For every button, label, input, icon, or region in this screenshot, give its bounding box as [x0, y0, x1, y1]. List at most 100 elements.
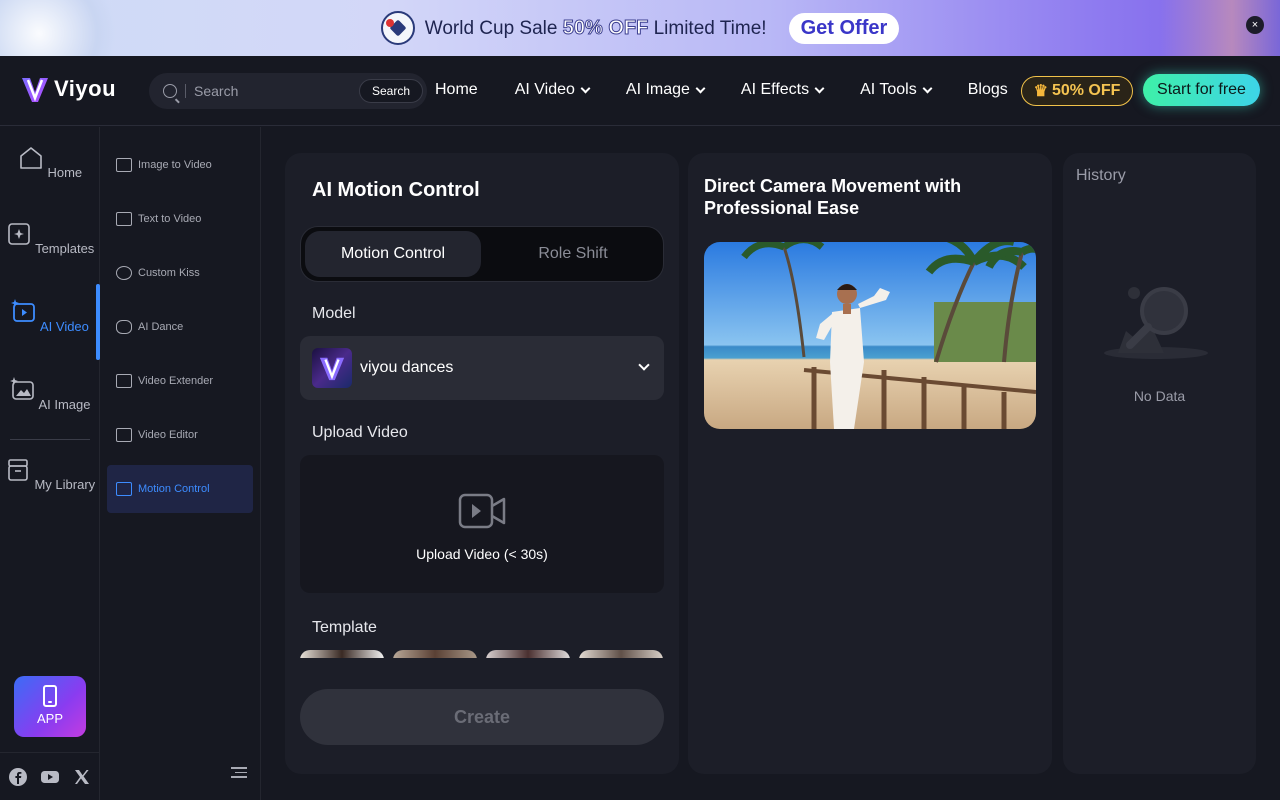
- app-download-button[interactable]: APP: [14, 676, 86, 737]
- crown-icon: ♛: [1033, 83, 1048, 100]
- submenu-motion-control[interactable]: Motion Control: [107, 465, 253, 513]
- submenu-label: Video Extender: [138, 375, 214, 387]
- tab-motion-control[interactable]: Motion Control: [305, 231, 481, 277]
- template-thumbnail[interactable]: [486, 650, 570, 658]
- collapse-menu-icon[interactable]: [231, 767, 247, 779]
- template-strip: [300, 650, 664, 658]
- submenu-label: Image to Video: [138, 159, 212, 171]
- youtube-icon[interactable]: [40, 767, 60, 787]
- motion-control-icon: [116, 482, 132, 496]
- promo-highlight: 50% OFF: [562, 16, 649, 39]
- chevron-down-icon: [638, 359, 650, 371]
- preview-video[interactable]: [704, 242, 1036, 429]
- promo-text: World Cup Sale 50% OFF Limited Time!: [425, 16, 767, 40]
- history-panel: History No Data: [1063, 153, 1256, 774]
- rail-item-label: Home: [47, 165, 83, 180]
- brand-name: Viyou: [54, 76, 117, 101]
- promo-decoration-left: [0, 0, 130, 56]
- video-camera-icon: [458, 493, 506, 529]
- rail-item-home[interactable]: Home: [0, 145, 100, 180]
- rail-item-templates[interactable]: Templates: [0, 221, 100, 256]
- template-thumbnail[interactable]: [579, 650, 663, 658]
- submenu-image-to-video[interactable]: Image to Video: [107, 141, 253, 189]
- facebook-icon[interactable]: [8, 767, 28, 787]
- top-header: Viyou Search Home AI Video AI Image AI E…: [0, 56, 1280, 126]
- search-button[interactable]: Search: [358, 79, 423, 103]
- chevron-down-icon: [695, 83, 706, 93]
- image-icon: [9, 377, 34, 400]
- nav-ai-effects[interactable]: AI Effects: [740, 81, 825, 99]
- start-for-free-button[interactable]: Start for free: [1143, 74, 1260, 106]
- viyou-logo-icon: [319, 357, 345, 381]
- video-extender-icon: [116, 374, 132, 388]
- submenu-custom-kiss[interactable]: Custom Kiss: [107, 249, 253, 297]
- template-thumbnail[interactable]: [300, 650, 384, 658]
- kiss-icon: [116, 266, 132, 280]
- model-select[interactable]: viyou dances: [300, 336, 664, 400]
- collapse-line: [235, 771, 247, 773]
- submenu-label: Text to Video: [138, 213, 202, 225]
- nav-ai-image[interactable]: AI Image: [625, 81, 706, 99]
- rail-item-label: AI Image: [38, 397, 91, 412]
- video-icon: [11, 299, 35, 322]
- beach-dancer-image: [704, 242, 1036, 429]
- rail-bottom-divider: [0, 752, 100, 753]
- rail-divider: [10, 439, 90, 440]
- nav-label: AI Tools: [860, 81, 917, 98]
- nav-ai-tools[interactable]: AI Tools: [860, 81, 933, 99]
- search-separator: [185, 84, 186, 98]
- submenu-text-to-video[interactable]: Text to Video: [107, 195, 253, 243]
- nav-blogs[interactable]: Blogs: [968, 81, 1008, 99]
- rail-item-my-library[interactable]: My Library: [0, 457, 100, 492]
- nav-label: Blogs: [967, 81, 1008, 98]
- model-label: Model: [312, 305, 356, 322]
- panel-title: AI Motion Control: [312, 179, 480, 201]
- submenu-video-editor[interactable]: Video Editor: [107, 411, 253, 459]
- rail-item-label: My Library: [34, 477, 96, 492]
- discount-button[interactable]: ♛ 50% OFF: [1021, 76, 1133, 106]
- main-nav: Home AI Video AI Image AI Effects AI Too…: [435, 81, 1045, 99]
- close-banner-icon[interactable]: ×: [1246, 16, 1264, 34]
- search-input[interactable]: [194, 83, 354, 99]
- rail-item-ai-video[interactable]: AI Video: [0, 299, 100, 334]
- video-submenu: Image to Video Text to Video Custom Kiss…: [101, 127, 261, 800]
- upload-video-label: Upload Video: [312, 424, 408, 441]
- upload-video-dropzone[interactable]: Upload Video (< 30s): [300, 455, 664, 593]
- submenu-ai-dance[interactable]: AI Dance: [107, 303, 253, 351]
- nav-label: AI Effects: [740, 81, 810, 98]
- promo-text-after: Limited Time!: [653, 17, 767, 39]
- rail-item-ai-image[interactable]: AI Image: [0, 377, 100, 412]
- viyou-logo-icon: [20, 74, 50, 104]
- empty-search-icon: [1104, 287, 1208, 359]
- library-icon: [8, 459, 28, 481]
- submenu-label: AI Dance: [138, 321, 184, 333]
- template-label: Template: [312, 619, 377, 636]
- preview-panel: Direct Camera Movement with Professional…: [688, 153, 1052, 774]
- search-icon: [163, 84, 177, 98]
- collapse-line: [231, 776, 247, 778]
- brand-logo[interactable]: Viyou: [20, 74, 116, 104]
- submenu-label: Video Editor: [138, 429, 198, 441]
- dance-icon: [116, 320, 132, 334]
- text-to-video-icon: [116, 212, 132, 226]
- submenu-label: Custom Kiss: [138, 267, 200, 279]
- nav-home[interactable]: Home: [435, 81, 478, 99]
- template-thumbnail[interactable]: [393, 650, 477, 658]
- nav-label: AI Image: [625, 81, 690, 98]
- submenu-video-extender[interactable]: Video Extender: [107, 357, 253, 405]
- phone-icon: [43, 685, 57, 707]
- templates-icon: [7, 223, 30, 245]
- preview-title: Direct Camera Movement with Professional…: [704, 176, 962, 218]
- chevron-down-icon: [814, 83, 825, 93]
- nav-label: Home: [435, 81, 478, 98]
- x-twitter-icon[interactable]: [72, 767, 92, 787]
- video-editor-icon: [116, 428, 132, 442]
- tab-role-shift[interactable]: Role Shift: [487, 231, 659, 277]
- create-button[interactable]: Create: [300, 689, 664, 745]
- nav-ai-video[interactable]: AI Video: [515, 81, 591, 99]
- model-thumbnail: [312, 348, 352, 388]
- chevron-down-icon: [580, 83, 591, 93]
- get-offer-button[interactable]: Get Offer: [788, 12, 900, 44]
- rail-item-label: AI Video: [39, 319, 89, 334]
- image-to-video-icon: [116, 158, 132, 172]
